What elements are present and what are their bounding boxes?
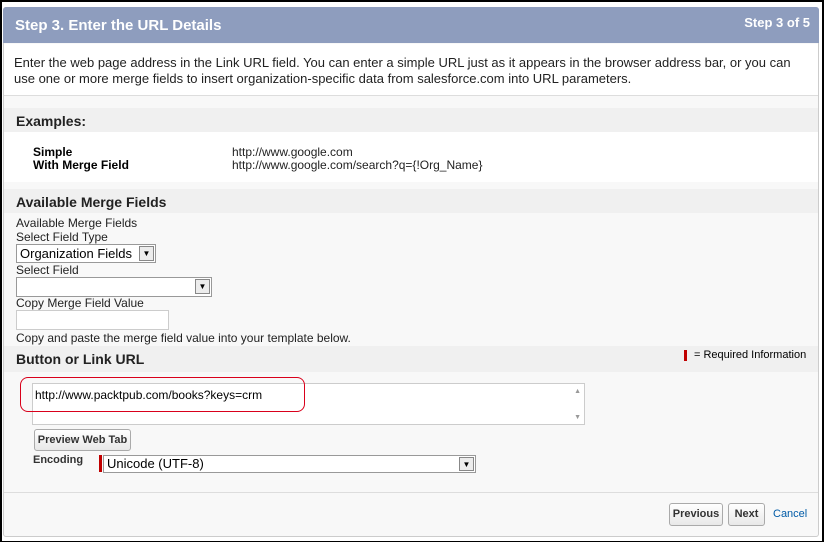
encoding-value: Unicode (UTF-8) xyxy=(107,456,204,471)
merge-fields-heading: Available Merge Fields xyxy=(4,189,818,213)
copy-label: Copy Merge Field Value xyxy=(16,296,144,310)
chevron-down-icon: ▼ xyxy=(459,457,474,471)
highlight-outline xyxy=(20,377,305,412)
example-value: http://www.google.com xyxy=(232,145,353,159)
step-indicator: Step 3 of 5 xyxy=(744,15,810,30)
example-value: http://www.google.com/search?q={!Org_Nam… xyxy=(232,158,483,172)
field-type-label: Select Field Type xyxy=(16,230,108,244)
chevron-down-icon: ▼ xyxy=(195,279,210,294)
encoding-select[interactable]: Unicode (UTF-8) ▼ xyxy=(103,455,476,473)
cancel-link[interactable]: Cancel xyxy=(773,508,807,520)
next-button[interactable]: Next xyxy=(728,503,765,526)
examples-body xyxy=(4,132,818,182)
field-type-value: Organization Fields xyxy=(20,246,132,261)
intro-box: Enter the web page address in the Link U… xyxy=(4,44,818,96)
required-marker xyxy=(99,455,102,472)
intro-text: Enter the web page address in the Link U… xyxy=(14,55,791,86)
required-marker xyxy=(684,350,687,361)
scroll-up-icon[interactable]: ▲ xyxy=(574,388,581,395)
example-label: With Merge Field xyxy=(33,158,129,172)
page-title: Step 3. Enter the URL Details xyxy=(15,17,222,34)
divider xyxy=(4,492,818,493)
required-legend: = Required Information xyxy=(694,349,807,361)
preview-web-tab-button[interactable]: Preview Web Tab xyxy=(34,429,131,451)
field-type-select[interactable]: Organization Fields ▼ xyxy=(16,244,156,263)
chevron-down-icon: ▼ xyxy=(139,246,154,261)
field-label: Select Field xyxy=(16,263,79,277)
copy-hint: Copy and paste the merge field value int… xyxy=(16,331,351,345)
encoding-label: Encoding xyxy=(33,454,84,466)
scroll-down-icon[interactable]: ▼ xyxy=(574,414,581,421)
examples-heading: Examples: xyxy=(4,108,818,132)
field-select[interactable]: ▼ xyxy=(16,277,212,297)
example-label: Simple xyxy=(33,145,73,159)
merge-subtitle: Available Merge Fields xyxy=(16,216,138,230)
copy-merge-field-input[interactable] xyxy=(16,310,169,330)
previous-button[interactable]: Previous xyxy=(669,503,723,526)
